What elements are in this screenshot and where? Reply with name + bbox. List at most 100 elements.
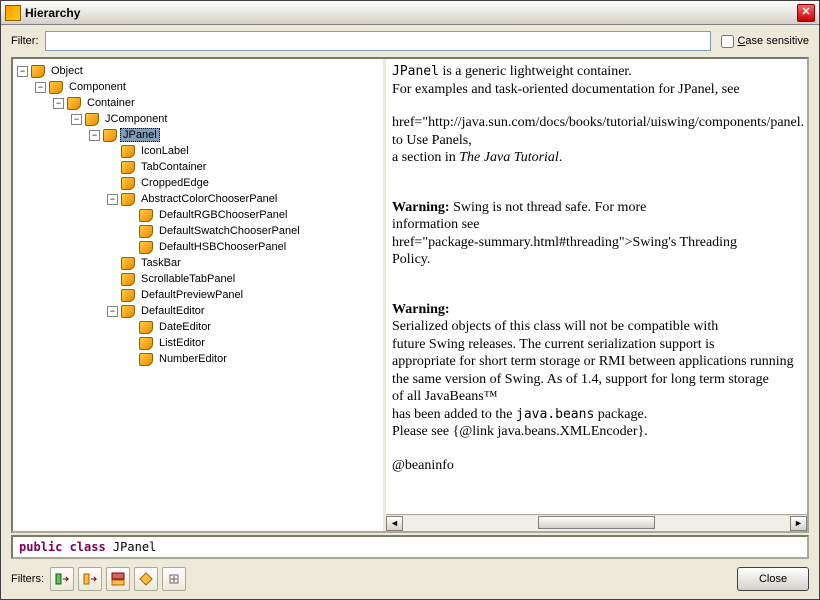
class-icon <box>121 161 135 174</box>
doc-text: the same version of Swing. As of 1.4, su… <box>392 371 801 389</box>
hierarchy-tree[interactable]: −Object −Component −Container −JComponen… <box>13 59 383 531</box>
class-icon <box>121 273 135 286</box>
case-sensitive-checkbox[interactable]: Case sensitive <box>721 35 809 48</box>
case-sensitive-label: Case sensitive <box>737 35 809 47</box>
doc-text: . <box>559 150 563 165</box>
hierarchy-window: Hierarchy ✕ Filter: Case sensitive −Obje… <box>0 0 820 600</box>
doc-text: The Java Tutorial <box>459 150 559 165</box>
class-icon <box>139 241 153 254</box>
class-icon <box>139 225 153 238</box>
doc-text: appropriate for short term storage or RM… <box>392 353 801 371</box>
class-icon <box>139 209 153 222</box>
class-icon <box>139 337 153 350</box>
bottom-bar: Filters: Close <box>1 563 819 599</box>
doc-text: has been added to the <box>392 407 516 422</box>
scroll-right-icon[interactable]: ► <box>790 516 807 531</box>
class-icon <box>121 289 135 302</box>
doc-text: java.beans <box>516 407 594 422</box>
tree-node[interactable]: Object <box>48 64 86 78</box>
main-split: −Object −Component −Container −JComponen… <box>11 57 809 533</box>
expand-all-button[interactable] <box>162 567 186 591</box>
tree-node[interactable]: Container <box>84 96 138 110</box>
tree-node[interactable]: NumberEditor <box>156 352 230 366</box>
scroll-thumb[interactable] <box>538 516 654 529</box>
filter-static-button[interactable] <box>78 567 102 591</box>
expand-toggle[interactable]: − <box>107 194 118 205</box>
doc-text: href="http://java.sun.com/docs/books/tut… <box>392 114 801 132</box>
doc-text: Please see {@link java.beans.XMLEncoder}… <box>392 423 801 441</box>
class-icon <box>67 97 81 110</box>
doc-text: information see <box>392 216 801 234</box>
tree-node[interactable]: DateEditor <box>156 320 214 334</box>
doc-text: to Use Panels, <box>392 132 801 150</box>
case-sensitive-box[interactable] <box>721 35 734 48</box>
tree-node[interactable]: DefaultEditor <box>138 304 208 318</box>
horizontal-scrollbar[interactable]: ◄ ► <box>386 514 807 531</box>
doc-text: Warning: <box>392 302 450 317</box>
class-icon <box>121 145 135 158</box>
tree-node[interactable]: DefaultSwatchChooserPanel <box>156 224 303 238</box>
class-icon <box>103 129 117 142</box>
class-icon <box>121 177 135 190</box>
expand-toggle[interactable]: − <box>71 114 82 125</box>
doc-text: @beaninfo <box>392 457 801 475</box>
class-icon <box>121 257 135 270</box>
documentation-pane: JPanel is a generic lightweight containe… <box>386 59 807 531</box>
scroll-track[interactable] <box>403 516 790 531</box>
tree-node[interactable]: TaskBar <box>138 256 184 270</box>
tree-node-selected[interactable]: JPanel <box>120 128 160 142</box>
tree-node[interactable]: TabContainer <box>138 160 209 174</box>
expand-toggle[interactable]: − <box>89 130 100 141</box>
doc-text: href="package-summary.html#threading">Sw… <box>392 234 801 252</box>
tree-node[interactable]: Component <box>66 80 129 94</box>
signature-bar: public class JPanel <box>11 535 809 559</box>
tree-node[interactable]: JComponent <box>102 112 170 126</box>
tree-node[interactable]: ListEditor <box>156 336 208 350</box>
class-icon <box>121 305 135 318</box>
doc-text: is a generic lightweight container. <box>439 64 632 79</box>
window-close-icon[interactable]: ✕ <box>797 4 815 22</box>
app-icon <box>5 5 21 21</box>
doc-text: Swing is not thread safe. For more <box>450 200 647 215</box>
filter-nonpublic-button[interactable] <box>134 567 158 591</box>
tree-node[interactable]: IconLabel <box>138 144 192 158</box>
expand-toggle[interactable]: − <box>53 98 64 109</box>
doc-text: Warning: <box>392 200 450 215</box>
class-icon <box>139 353 153 366</box>
class-icon <box>85 113 99 126</box>
doc-text: Serialized objects of this class will no… <box>392 318 801 336</box>
tree-node[interactable]: DefaultHSBChooserPanel <box>156 240 289 254</box>
tree-node[interactable]: AbstractColorChooserPanel <box>138 192 280 206</box>
tree-node[interactable]: DefaultPreviewPanel <box>138 288 246 302</box>
class-icon <box>31 65 45 78</box>
doc-text: For examples and task-oriented documenta… <box>392 81 801 99</box>
tree-node[interactable]: ScrollableTabPanel <box>138 272 238 286</box>
filter-inherited-button[interactable] <box>106 567 130 591</box>
documentation-content[interactable]: JPanel is a generic lightweight containe… <box>386 59 807 514</box>
filters-label: Filters: <box>11 573 44 585</box>
filter-label: Filter: <box>11 35 39 47</box>
doc-text: Policy. <box>392 251 801 269</box>
class-icon <box>139 321 153 334</box>
titlebar: Hierarchy ✕ <box>1 1 819 25</box>
doc-text: future Swing releases. The current seria… <box>392 336 801 354</box>
signature-class: JPanel <box>113 540 156 554</box>
window-title: Hierarchy <box>25 6 797 20</box>
class-icon <box>49 81 63 94</box>
doc-text: package. <box>594 407 647 422</box>
filter-fields-button[interactable] <box>50 567 74 591</box>
expand-toggle[interactable]: − <box>35 82 46 93</box>
expand-toggle[interactable]: − <box>17 66 28 77</box>
close-button[interactable]: Close <box>737 567 809 591</box>
doc-text: of all JavaBeans™ <box>392 388 801 406</box>
doc-text: JPanel <box>392 64 439 79</box>
scroll-left-icon[interactable]: ◄ <box>386 516 403 531</box>
expand-toggle[interactable]: − <box>107 306 118 317</box>
doc-text: a section in <box>392 150 459 165</box>
filter-input[interactable] <box>45 31 712 51</box>
tree-node[interactable]: DefaultRGBChooserPanel <box>156 208 290 222</box>
filter-bar: Filter: Case sensitive <box>1 25 819 55</box>
signature-keywords: public class <box>19 540 113 554</box>
class-icon <box>121 193 135 206</box>
tree-node[interactable]: CroppedEdge <box>138 176 212 190</box>
